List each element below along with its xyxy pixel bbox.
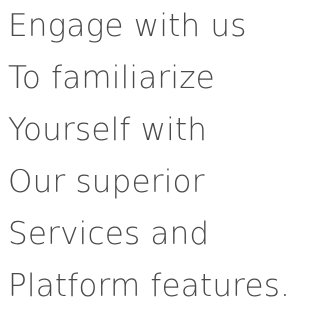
headline-line-2: To familiarize bbox=[8, 60, 215, 96]
headline-line-3: Yourself with bbox=[8, 112, 208, 148]
headline-text-block: Engage with us To familiarize Yourself w… bbox=[8, 0, 290, 312]
headline-line-5: Services and bbox=[8, 216, 210, 252]
headline-line-6: Platform features. bbox=[8, 268, 291, 304]
headline-line-1: Engage with us bbox=[8, 8, 247, 44]
headline-line-4: Our superior bbox=[8, 164, 205, 200]
